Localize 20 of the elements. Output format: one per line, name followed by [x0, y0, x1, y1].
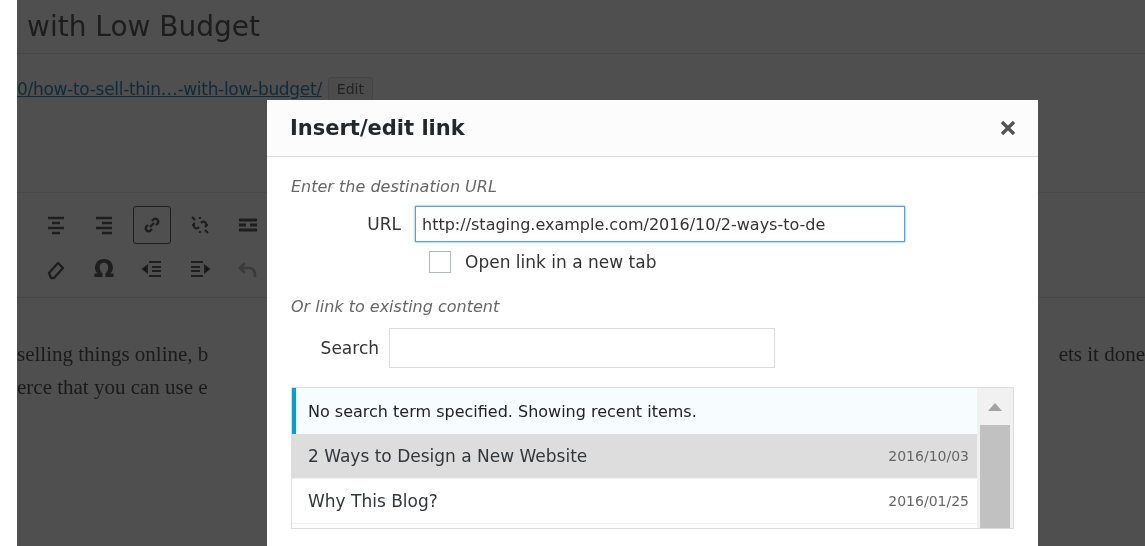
scroll-up-icon[interactable]	[988, 403, 1002, 411]
field-label: Search	[319, 338, 379, 358]
section-heading: Or link to existing content	[291, 297, 501, 316]
checkbox-label: Open link in a new tab	[465, 252, 657, 272]
result-item[interactable]: 2 Ways to Design a New Website 2016/10/03	[292, 434, 977, 479]
link-button[interactable]	[133, 206, 171, 244]
field-label: URL	[366, 214, 401, 234]
align-right-icon	[93, 214, 115, 236]
unlink-icon	[189, 214, 211, 236]
search-field[interactable]	[389, 328, 775, 368]
section-heading: Enter the destination URL	[291, 177, 498, 196]
notice-message: No search term specified. Showing recent items.	[292, 388, 977, 434]
checkbox[interactable]	[429, 251, 451, 273]
url-field[interactable]: http://staging.example.com/2016/10/2-ways-to-de	[415, 206, 905, 242]
indent-icon	[189, 258, 211, 280]
align-center-icon	[45, 214, 67, 236]
outdent-icon	[141, 258, 163, 280]
result-item[interactable]: Why This Blog? 2016/01/25	[292, 479, 977, 524]
dialog-title: Insert/edit link	[290, 116, 465, 140]
close-icon	[1000, 120, 1016, 136]
